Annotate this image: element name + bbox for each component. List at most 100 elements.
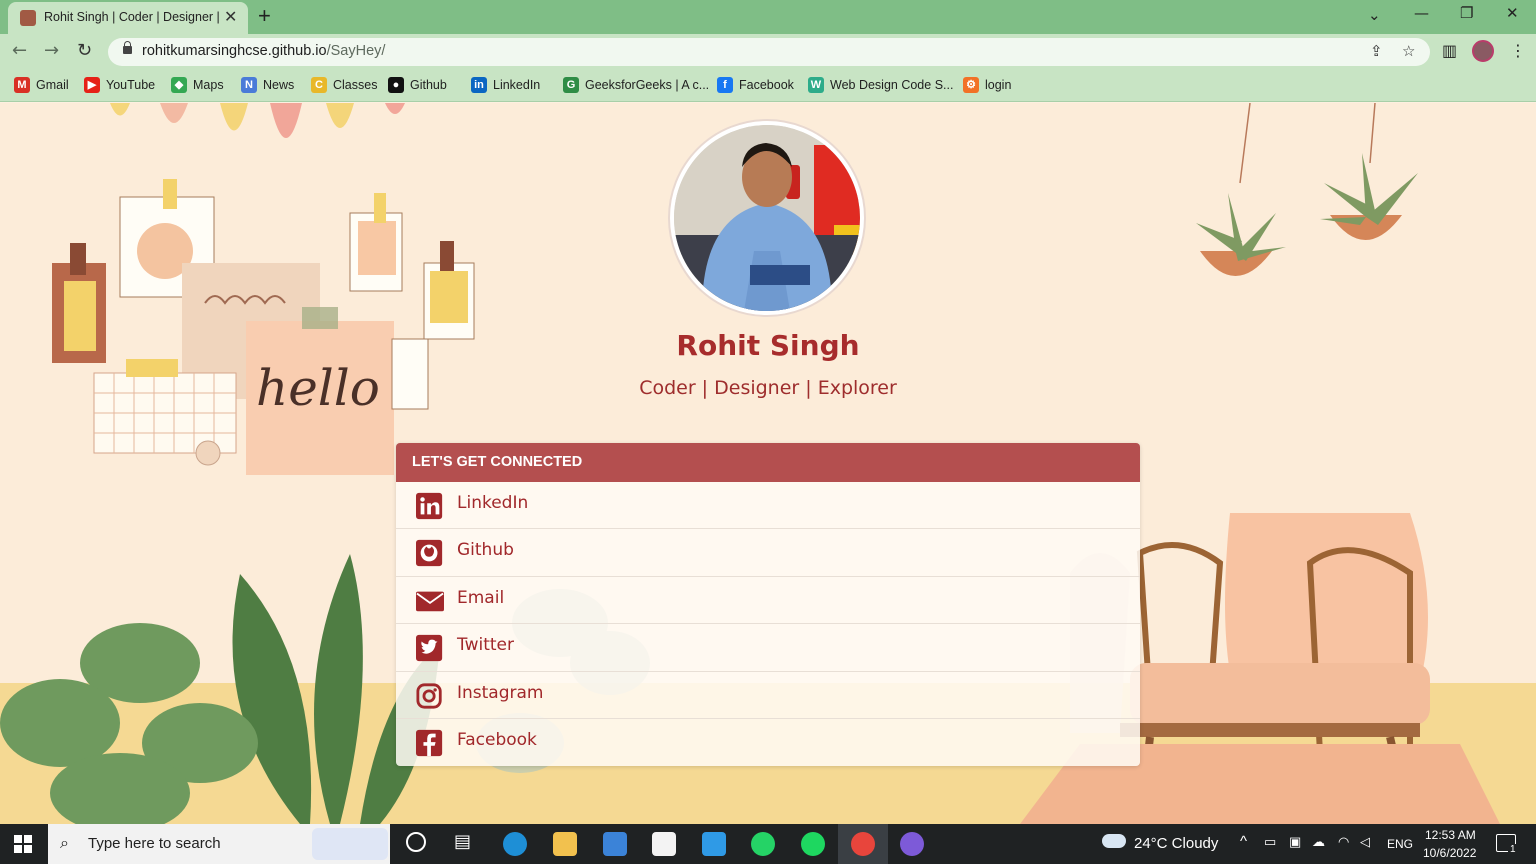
weather-text[interactable]: 24°C Cloudy — [1134, 835, 1218, 852]
wifi-icon[interactable]: ◠ — [1338, 834, 1349, 850]
news-icon: N — [241, 77, 257, 93]
hello-note-decoration: hello — [256, 359, 380, 417]
chrome-icon[interactable] — [851, 832, 875, 856]
taskbar-search-placeholder: Type here to search — [88, 835, 221, 852]
connect-link-label: LinkedIn — [457, 493, 529, 513]
profile-tagline: Coder | Designer | Explorer — [639, 377, 897, 399]
cortana-icon[interactable] — [406, 832, 426, 852]
github-icon: ● — [388, 77, 404, 93]
connect-link-label: Email — [457, 587, 505, 608]
twitter-icon — [416, 635, 443, 662]
github-icon — [416, 540, 443, 567]
bookmark-classes[interactable]: C Classes — [311, 77, 377, 93]
new-tab-button[interactable]: + — [258, 3, 271, 29]
gmail-icon: M — [14, 77, 30, 93]
spotify-icon[interactable] — [801, 832, 825, 856]
connect-card: LET'S GET CONNECTED LinkedIn Github Email T… — [396, 443, 1140, 766]
search-highlight-icon — [312, 828, 388, 860]
l-app-icon[interactable] — [702, 832, 726, 856]
battery-icon[interactable]: ▭ — [1264, 834, 1276, 850]
onedrive-icon[interactable]: ☁ — [1312, 834, 1325, 850]
instagram-icon — [416, 682, 442, 709]
close-tab-icon[interactable]: ✕ — [224, 7, 237, 27]
tray-chevron-icon[interactable]: ^ — [1240, 833, 1247, 850]
youtube-icon: ▶ — [84, 77, 100, 93]
edge-icon[interactable] — [503, 832, 527, 856]
bookmark-label: YouTube — [106, 78, 156, 92]
bookmark-linkedin[interactable]: in LinkedIn — [471, 77, 540, 93]
connect-link-linkedin[interactable]: LinkedIn — [396, 482, 1140, 530]
bookmark-facebook[interactable]: f Facebook — [717, 77, 794, 93]
connect-card-header: LET'S GET CONNECTED — [396, 443, 1140, 482]
clock-time[interactable]: 12:53 AM — [1425, 828, 1476, 842]
restore-window-icon[interactable]: ❐ — [1460, 4, 1473, 22]
connect-link-facebook[interactable]: Facebook — [396, 718, 1140, 766]
tab-title: Rohit Singh | Coder | Designer | Explore… — [44, 10, 222, 24]
connect-link-label: Instagram — [457, 682, 544, 703]
forward-arrow-icon[interactable]: → — [44, 40, 59, 61]
bookmark-label: Classes — [333, 78, 378, 92]
language-indicator[interactable]: ENG — [1387, 837, 1413, 851]
bookmark-youtube[interactable]: ▶ YouTube — [84, 77, 155, 93]
bookmark-label: Web Design Code S... — [830, 78, 954, 92]
web-design-icon: W — [808, 77, 824, 93]
volume-icon[interactable]: ◁ — [1360, 834, 1370, 850]
profile-name: Rohit Singh — [676, 329, 860, 362]
back-arrow-icon[interactable]: ← — [12, 40, 27, 61]
bookmark-label: Facebook — [739, 78, 794, 92]
connect-link-label: Twitter — [457, 635, 514, 656]
connect-link-email[interactable]: Email — [396, 576, 1140, 625]
connect-link-label: Github — [457, 540, 514, 561]
email-icon — [416, 591, 444, 612]
side-panel-icon[interactable]: ▥ — [1442, 41, 1457, 60]
classes-icon: C — [311, 77, 327, 93]
microsoft-store-icon[interactable] — [652, 832, 676, 856]
tab-search-chevron-icon[interactable]: ⌄ — [1368, 6, 1381, 24]
minimize-icon[interactable]: — — [1414, 4, 1429, 22]
bookmark-web-design-code-s[interactable]: W Web Design Code S... — [808, 77, 953, 93]
close-window-icon[interactable]: ✕ — [1506, 4, 1519, 22]
bookmark-gmail[interactable]: M Gmail — [14, 77, 69, 93]
bookmark-geeksforgeeks-a-c[interactable]: G GeeksforGeeks | A c... — [563, 77, 709, 93]
bookmark-label: login — [985, 78, 1012, 92]
bookmark-label: Github — [410, 78, 447, 92]
address-bar[interactable]: rohitkumarsinghcse.github.io/SayHey/ ⇪ ☆ — [108, 38, 1430, 66]
bookmark-star-icon[interactable]: ☆ — [1402, 42, 1415, 60]
bookmark-label: Maps — [193, 78, 224, 92]
bookmark-label: GeeksforGeeks | A c... — [585, 78, 710, 92]
windows-taskbar: ⌕ Type here to search ▤ 24°C Cloudy ^ ▭ … — [0, 824, 1536, 864]
connect-link-instagram[interactable]: Instagram — [396, 671, 1140, 719]
bookmark-news[interactable]: N News — [241, 77, 294, 93]
linkedin-icon: in — [471, 77, 487, 93]
windows-start-icon[interactable] — [14, 835, 32, 853]
reload-icon[interactable]: ↻ — [77, 40, 92, 61]
browser-tab[interactable]: Rohit Singh | Coder | Designer | Explore… — [8, 2, 248, 34]
meet-icon[interactable]: ▣ — [1289, 834, 1301, 850]
connect-link-label: Facebook — [457, 729, 537, 750]
url-text[interactable]: rohitkumarsinghcse.github.io/SayHey/ — [142, 43, 385, 59]
browser-menu-icon[interactable]: ⋮ — [1510, 41, 1526, 60]
taskbar-search-box[interactable]: ⌕ Type here to search — [48, 824, 390, 864]
bookmark-label: News — [263, 78, 295, 92]
maps-icon: ◆ — [171, 77, 187, 93]
bookmark-maps[interactable]: ◆ Maps — [171, 77, 224, 93]
page-content: hello Rohit Singh Coder | Designer | Exp… — [0, 103, 1536, 824]
clock-date[interactable]: 10/6/2022 — [1423, 846, 1476, 860]
mail-icon[interactable] — [603, 832, 627, 856]
facebook-icon — [416, 729, 443, 757]
task-view-icon[interactable]: ▤ — [454, 831, 471, 852]
github-desktop-icon[interactable] — [900, 832, 924, 856]
connect-link-twitter[interactable]: Twitter — [396, 624, 1140, 672]
share-icon[interactable]: ⇪ — [1370, 42, 1383, 60]
whatsapp-icon[interactable] — [751, 832, 775, 856]
connect-link-github[interactable]: Github — [396, 529, 1140, 577]
file-explorer-icon[interactable] — [553, 832, 577, 856]
linkedin-icon — [416, 492, 443, 520]
site-favicon-icon — [20, 10, 36, 26]
facebook-icon: f — [717, 77, 733, 93]
browser-profile-avatar[interactable] — [1472, 40, 1494, 62]
search-icon: ⌕ — [60, 833, 69, 852]
bookmark-login[interactable]: ⚙ login — [963, 77, 1011, 93]
bookmark-github[interactable]: ● Github — [388, 77, 447, 93]
notification-count: 1 — [1508, 844, 1518, 855]
